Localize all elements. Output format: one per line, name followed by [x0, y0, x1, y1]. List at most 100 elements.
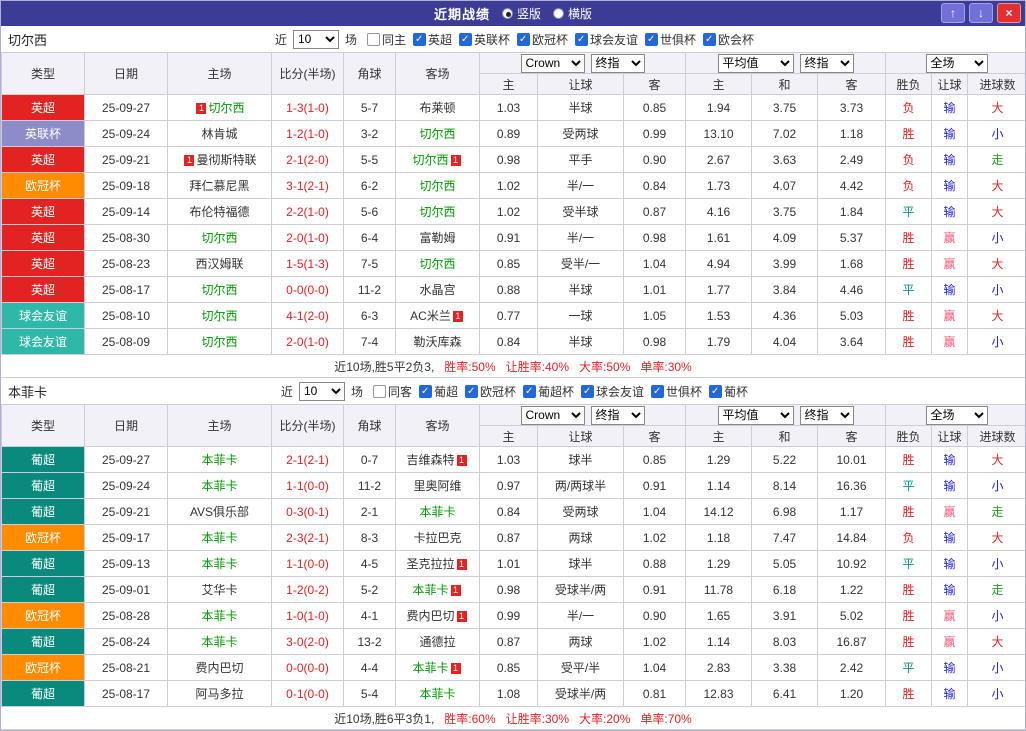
league-filter-checkbox[interactable]: 葡超 [418, 383, 458, 400]
league-filter-checkbox[interactable]: 欧会杯 [703, 31, 754, 48]
result-goals: 大 [966, 94, 1025, 121]
red-card-badge: 1 [196, 103, 207, 114]
summary-row: 近10场,胜6平3负1, 胜率:60% 让胜率:30% 大率:20% 单率:70% [1, 707, 1025, 730]
layout-radio-vertical[interactable]: 竖版 [501, 5, 541, 22]
ah-away-odds: 0.90 [623, 146, 686, 173]
recent-count-select[interactable]: 10 [298, 381, 345, 401]
recent-count-select[interactable]: 10 [292, 29, 339, 49]
summary-stat: 大率:20% [579, 711, 631, 726]
ah-home-odds: 1.08 [479, 680, 538, 707]
checkbox-checked-icon[interactable] [581, 384, 595, 398]
result-goals: 小 [966, 328, 1025, 355]
home-team-cell: 切尔西 [167, 328, 272, 355]
league-filter-checkbox[interactable]: 葡杯 [709, 383, 748, 400]
league-filter-checkbox[interactable]: 欧冠杯 [517, 31, 568, 48]
euro-stage-select[interactable]: 终指 [799, 405, 854, 425]
column-header: 客场 [395, 404, 480, 447]
euro-draw-odds: 6.18 [751, 576, 818, 603]
titlebar-buttons: ↑ ↓ × [941, 3, 1021, 23]
corner-cell: 11-2 [343, 276, 396, 303]
euro-away-odds: 5.37 [817, 224, 886, 251]
result-handicap: 输 [931, 654, 968, 681]
match-date: 25-09-27 [84, 94, 168, 121]
column-header: 客 [623, 425, 686, 447]
ah-stage-select[interactable]: 终指 [590, 405, 645, 425]
close-button[interactable]: × [997, 3, 1021, 23]
red-card-badge: 1 [452, 311, 463, 322]
checkbox-checked-icon[interactable] [709, 384, 723, 398]
team-filter-row: 切尔西 近 10 场 同主 英超 英联杯 欧冠杯 球会友谊 世俱杯 欧会杯 [1, 26, 1025, 52]
scope-select[interactable]: 全场 [925, 405, 988, 425]
league-filter-checkbox[interactable]: 世俱杯 [651, 383, 702, 400]
score-cell: 1-5(1-3) [271, 250, 344, 277]
ah-away-odds: 1.01 [623, 276, 686, 303]
checkbox-checked-icon[interactable] [645, 32, 659, 46]
bookmaker-select[interactable]: Crown [520, 405, 585, 425]
checkbox-unchecked-icon[interactable] [366, 32, 380, 46]
score-cell: 2-1(2-0) [271, 146, 344, 173]
recent-results-window: 近期战绩 竖版 横版 ↑ ↓ × 切尔西近10场同主英超英联杯欧冠杯球会友谊世俱… [0, 0, 1026, 731]
checkbox-checked-icon[interactable] [418, 384, 432, 398]
column-header: 类型 [1, 404, 85, 447]
euro-home-odds: 14.12 [685, 498, 752, 525]
match-date: 25-08-17 [84, 276, 168, 303]
scroll-down-button[interactable]: ↓ [969, 3, 993, 23]
match-date: 25-08-24 [84, 628, 168, 655]
league-filter-checkbox[interactable]: 葡超杯 [523, 383, 574, 400]
euro-source-select[interactable]: 平均值 [717, 405, 794, 425]
checkbox-checked-icon[interactable] [464, 384, 478, 398]
scroll-up-button[interactable]: ↑ [941, 3, 965, 23]
matches-table: 类型 日期 主场 比分(半场) 角球 客场 Crown 终指 平均值 终指 全场主让球客主和客胜负让… [1, 404, 1025, 707]
team-name: 本菲卡 [201, 479, 238, 493]
league-badge: 英超 [1, 94, 85, 121]
layout-radio-horizontal[interactable]: 横版 [553, 5, 592, 22]
column-header: 进球数 [966, 425, 1025, 447]
euro-home-odds: 1.14 [685, 472, 752, 499]
euro-draw-odds: 3.75 [751, 198, 818, 225]
away-team-cell: 切尔西 [395, 172, 480, 199]
ah-line: 两/两球半 [537, 472, 624, 499]
league-filter-checkbox[interactable]: 同主 [366, 31, 406, 48]
result-handicap: 输 [931, 172, 968, 199]
league-filter-checkbox[interactable]: 同客 [372, 383, 412, 400]
checkbox-checked-icon[interactable] [523, 384, 536, 398]
ah-line: 受平/半 [537, 654, 624, 681]
home-team-cell: 艾华卡 [167, 576, 272, 603]
away-team-cell: 切尔西 [395, 198, 480, 225]
red-card-badge: 1 [450, 155, 461, 166]
league-filter-checkbox[interactable]: 世俱杯 [645, 31, 696, 48]
ah-away-odds: 0.84 [623, 172, 686, 199]
ah-stage-select[interactable]: 终指 [590, 53, 645, 73]
checkbox-unchecked-icon[interactable] [372, 384, 386, 398]
corner-cell: 11-2 [343, 472, 396, 499]
ah-away-odds: 1.04 [623, 498, 686, 525]
team-section-label: 切尔西 [8, 32, 48, 48]
league-filter-checkbox[interactable]: 欧冠杯 [464, 383, 516, 400]
checkbox-checked-icon[interactable] [412, 32, 426, 46]
euro-stage-select[interactable]: 终指 [799, 53, 854, 73]
checkbox-label: 同客 [387, 384, 412, 399]
ah-home-odds: 0.89 [479, 120, 538, 147]
team-name: 本菲卡 [412, 661, 449, 675]
checkbox-checked-icon[interactable] [651, 384, 665, 398]
away-team-cell: 吉维森特 1 [395, 446, 480, 473]
match-date: 25-09-01 [84, 576, 168, 603]
league-filter-checkbox[interactable]: 英联杯 [458, 31, 510, 48]
league-filter-checkbox[interactable]: 球会友谊 [581, 383, 644, 400]
ah-home-odds: 1.01 [479, 550, 538, 577]
scope-select[interactable]: 全场 [925, 53, 988, 73]
match-date: 25-09-21 [84, 146, 168, 173]
result-wdl: 胜 [885, 628, 932, 655]
league-filter-checkbox[interactable]: 球会友谊 [575, 31, 638, 48]
checkbox-checked-icon[interactable] [517, 32, 530, 46]
euro-source-select[interactable]: 平均值 [717, 53, 794, 73]
result-goals: 走 [966, 146, 1025, 173]
bookmaker-select[interactable]: Crown [520, 53, 585, 73]
result-handicap: 输 [931, 446, 968, 473]
result-handicap: 输 [931, 524, 968, 551]
checkbox-checked-icon[interactable] [575, 32, 589, 46]
league-filter-checkbox[interactable]: 英超 [412, 31, 452, 48]
ah-away-odds: 0.91 [623, 472, 686, 499]
checkbox-checked-icon[interactable] [703, 32, 717, 46]
checkbox-checked-icon[interactable] [458, 32, 472, 46]
